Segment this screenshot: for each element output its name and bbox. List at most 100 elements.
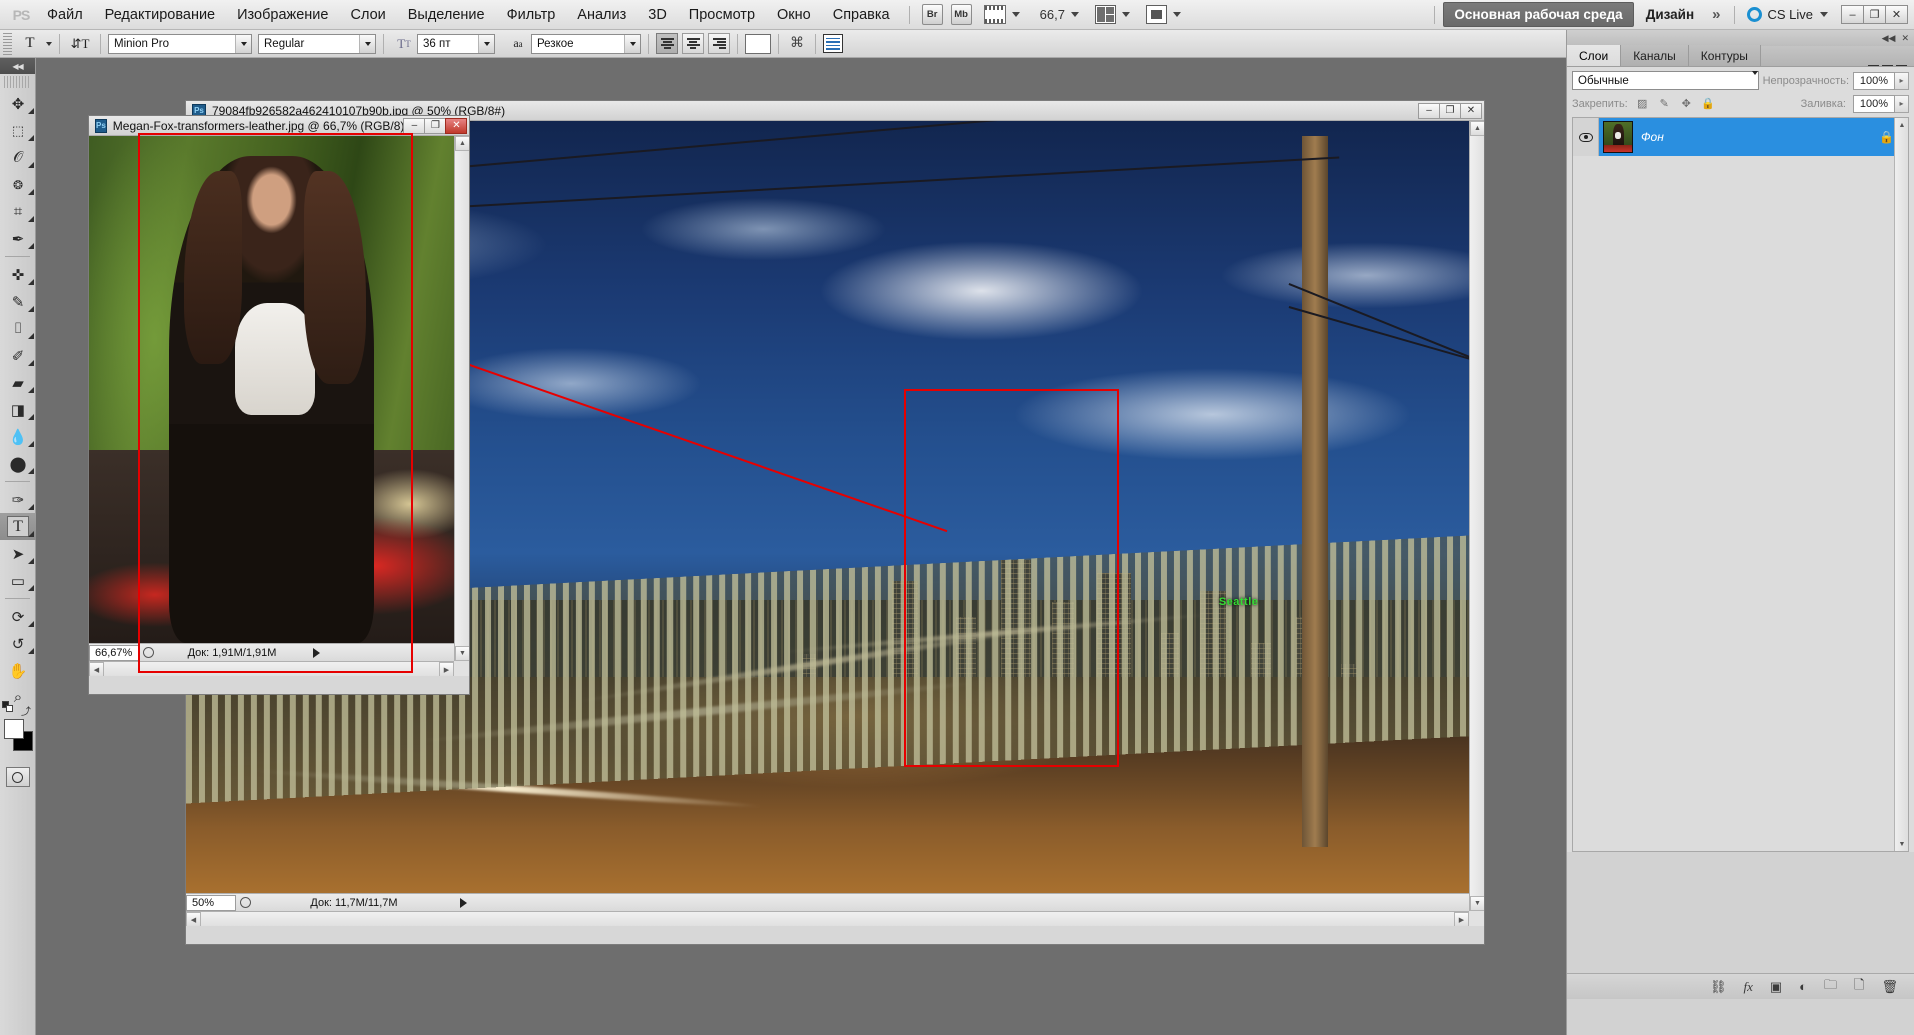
layer-list-scroll-up[interactable]: ▲ [1895,118,1908,132]
tool-preset-caret-icon[interactable] [46,41,52,46]
anti-aliasing-dropdown-icon[interactable] [624,34,640,53]
city-proof-icon[interactable] [236,895,254,911]
adjustment-layer-icon[interactable]: ◐ [1799,979,1807,994]
arrange-caret-icon[interactable] [1121,12,1130,17]
tool-type[interactable]: T [0,513,36,540]
warp-text-icon[interactable]: ⌘ [786,33,808,54]
tool-path-selection[interactable]: ➤ [0,540,36,567]
menu-help[interactable]: Справка [822,0,901,30]
close-panel-icon[interactable]: ✕ [1901,33,1909,44]
city-scroll-up-arrow[interactable]: ▲ [1470,121,1484,136]
city-resize-grip[interactable] [1469,911,1484,926]
collapse-toolbar-icon[interactable]: ◀◀ [0,58,35,74]
align-left-icon[interactable] [656,33,678,54]
new-group-icon[interactable]: 🗀 [1824,976,1837,998]
layer-list[interactable]: Фон 🔒 ▲ ▼ [1572,117,1909,852]
layer-thumbnail[interactable] [1603,121,1633,153]
tool-3d-orbit[interactable]: ↺ [0,630,36,657]
table-row[interactable]: Фон 🔒 [1573,118,1908,156]
tool-quick-selection[interactable]: ❂ [0,171,36,198]
city-scroll-left-arrow[interactable]: ◀ [186,912,201,926]
city-horizontal-scrollbar[interactable]: ◀ ▶ [186,911,1469,926]
app-close-button[interactable]: ✕ [1885,5,1908,24]
align-right-icon[interactable] [708,33,730,54]
megan-fox-resize-grip[interactable] [454,661,469,676]
megan-fox-maximize-button[interactable]: ❐ [424,117,447,134]
city-scroll-down-arrow[interactable]: ▼ [1470,896,1484,911]
lock-image-icon[interactable]: ✎ [1657,96,1672,111]
tab-channels[interactable]: Каналы [1621,45,1689,66]
link-layers-icon[interactable]: ⛓ [1710,979,1727,995]
options-bar-grip[interactable] [3,32,12,55]
default-colors-icon[interactable] [2,701,13,712]
tab-layers[interactable]: Слои [1567,45,1622,66]
tool-marquee[interactable]: ⬚ [0,117,36,144]
city-scroll-right-arrow[interactable]: ▶ [1454,912,1469,926]
tool-blur[interactable]: 💧 [0,423,36,450]
menu-file[interactable]: Файл [36,0,94,30]
tool-crop[interactable]: ⌗ [0,198,36,225]
tool-gradient[interactable]: ◨ [0,396,36,423]
menu-edit[interactable]: Редактирование [94,0,226,30]
tool-pen[interactable]: ✑ [0,486,36,513]
tool-hand[interactable]: ✋ [0,657,36,684]
lock-all-icon[interactable]: 🔒 [1701,96,1716,111]
new-layer-icon[interactable]: 🗋 [1854,976,1864,998]
bridge-button[interactable]: Br [921,4,943,25]
tool-history-brush[interactable]: ✐ [0,342,36,369]
menu-view[interactable]: Просмотр [678,0,766,30]
fill-value[interactable]: 100% [1853,94,1895,113]
menu-3d[interactable]: 3D [637,0,678,30]
menu-layers[interactable]: Слои [339,0,396,30]
font-family-dropdown-icon[interactable] [235,34,251,53]
font-family-select[interactable]: Minion Pro [108,33,252,54]
quick-mask-icon[interactable] [5,767,30,787]
megan-fox-scroll-down-arrow[interactable]: ▼ [455,646,469,661]
tool-dodge[interactable]: ⬤ [0,450,36,477]
city-vertical-scrollbar[interactable]: ▲ ▼ [1469,121,1484,911]
megan-fox-zoom-field[interactable]: 66,67% [89,644,139,661]
tool-move[interactable]: ✥ [0,90,36,117]
megan-fox-canvas[interactable]: ▲ ▼ ◀ ▶ 66,67% Док: 1,91M/1,91M [89,136,469,676]
anti-aliasing-select[interactable]: Резкое [531,33,641,54]
cs-live-caret-icon[interactable] [1820,12,1828,17]
app-minimize-button[interactable]: – [1841,5,1864,24]
font-size-dropdown-icon[interactable] [478,34,494,53]
delete-layer-icon[interactable]: 🗑 [1881,979,1898,995]
app-restore-button[interactable]: ❐ [1863,5,1886,24]
megan-fox-status-menu-icon[interactable] [313,647,320,658]
layer-list-scroll-down[interactable]: ▼ [1895,837,1908,851]
megan-fox-document-window[interactable]: Ps Megan-Fox-transformers-leather.jpg @ … [88,115,470,695]
megan-fox-scroll-up-arrow[interactable]: ▲ [455,136,469,151]
tool-clone-stamp[interactable]: ⌷ [0,315,36,342]
text-orientation-icon[interactable]: ⇵T [67,33,93,55]
tool-eraser[interactable]: ▰ [0,369,36,396]
font-size-select[interactable]: 36 пт [417,33,495,54]
layer-style-icon[interactable]: fx [1743,979,1752,995]
font-style-dropdown-icon[interactable] [359,34,375,53]
megan-fox-titlebar[interactable]: Ps Megan-Fox-transformers-leather.jpg @ … [89,116,469,136]
toolbar-grip[interactable] [4,76,31,88]
megan-fox-vertical-scrollbar[interactable]: ▲ ▼ [454,136,469,661]
city-zoom-field[interactable]: 50% [186,894,236,911]
megan-fox-horizontal-scrollbar[interactable]: ◀ ▶ [89,661,454,676]
fill-slider-icon[interactable]: ▸ [1895,94,1909,113]
text-color-swatch[interactable] [745,33,771,54]
megan-fox-proof-icon[interactable] [139,645,157,661]
layer-visibility-icon[interactable] [1573,118,1599,156]
cs-live-button[interactable]: CS Live [1743,7,1832,22]
city-minimize-button[interactable]: – [1418,102,1440,119]
screen-mode-caret-icon[interactable] [1172,12,1181,17]
panel-menu-icon[interactable] [1861,64,1914,66]
zoom-level-caret-icon[interactable] [1070,12,1079,17]
opacity-value[interactable]: 100% [1853,71,1895,90]
megan-fox-minimize-button[interactable]: – [403,117,426,134]
city-status-menu-icon[interactable] [460,897,467,908]
workspace-more-icon[interactable]: » [1706,6,1726,23]
menu-select[interactable]: Выделение [397,0,496,30]
city-close-button[interactable]: ✕ [1460,102,1482,119]
layer-list-scrollbar[interactable]: ▲ ▼ [1894,118,1908,851]
toggle-character-panel-icon[interactable] [823,34,843,53]
view-extras-icon[interactable] [983,5,1006,24]
megan-fox-scroll-left-arrow[interactable]: ◀ [89,662,104,676]
